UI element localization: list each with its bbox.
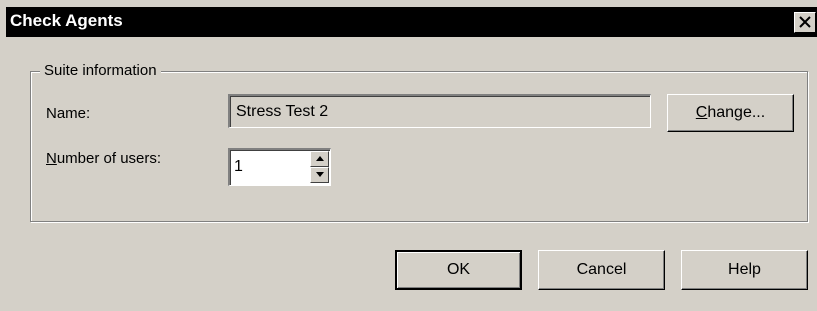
help-button[interactable]: Help [681,250,808,290]
suite-name-value: Stress Test 2 [236,103,329,120]
arrow-up-icon [316,156,324,161]
ok-label: OK [446,261,471,278]
number-of-users-input[interactable] [234,155,300,179]
title-bar[interactable]: Check Agents [6,7,817,37]
spin-down-button[interactable] [310,167,329,183]
close-icon [799,16,811,28]
cancel-label: Cancel [576,261,627,278]
close-button[interactable] [794,12,816,33]
cancel-button[interactable]: Cancel [538,250,665,290]
window-title: Check Agents [10,11,123,30]
change-accel: C [695,104,708,121]
number-of-users-spinbox [228,148,331,186]
change-label: hange... [707,104,766,121]
suite-info-legend: Suite information [40,62,161,79]
check-agents-dialog: Check Agents Suite information Name: Str… [0,0,817,311]
suite-name-field: Stress Test 2 [228,94,651,128]
change-button[interactable]: Change... [667,94,794,132]
help-label: Help [728,261,761,278]
number-of-users-label: Number of users: [46,150,161,167]
ok-button[interactable]: OK [395,250,522,290]
spin-up-button[interactable] [310,151,329,167]
name-label: Name: [46,105,91,122]
arrow-down-icon [316,172,324,177]
users-label-rest: umber of users: [56,150,162,167]
users-accel: N [46,150,57,167]
